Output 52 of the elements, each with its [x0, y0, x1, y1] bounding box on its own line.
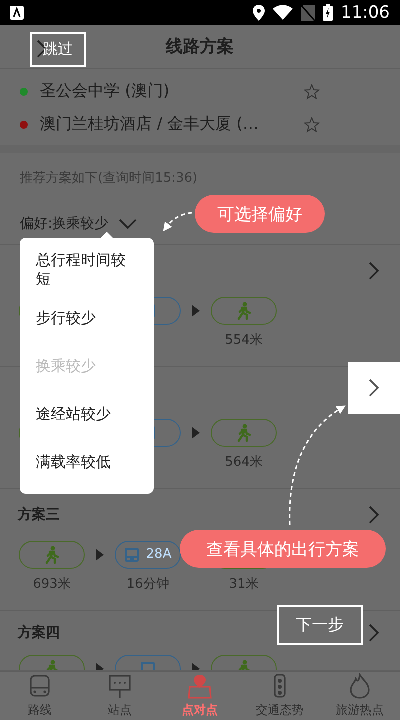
segment-caption: 31米: [229, 576, 259, 593]
triangle-icon: [192, 426, 200, 439]
tip-bubble: 可选择偏好: [195, 195, 325, 233]
map-pin-icon: [188, 674, 212, 699]
chevron-right-icon: [368, 378, 380, 398]
dashed-arrow: [163, 212, 192, 232]
menu-item[interactable]: 满载率较低: [20, 438, 154, 486]
preference-label[interactable]: 偏好:换乘较少: [20, 214, 109, 233]
menu-item[interactable]: 步行较少: [20, 294, 154, 342]
dropdown-caret-icon[interactable]: [118, 218, 137, 229]
route-number: 28A: [146, 547, 172, 562]
triangle-icon: [96, 548, 104, 561]
star-icon[interactable]: [304, 84, 320, 100]
no-sim-icon: [301, 4, 315, 21]
nav-tab[interactable]: 交通态势: [240, 672, 320, 720]
wifi-icon: [273, 5, 293, 20]
star-icon[interactable]: [304, 116, 320, 133]
tip-bubble: 查看具体的出行方案: [180, 530, 386, 568]
location-icon: [253, 4, 265, 21]
battery-charging-icon: [323, 4, 333, 22]
menu-item[interactable]: 换乘较少: [20, 342, 154, 390]
segment-caption: 564米: [225, 454, 263, 471]
triangle-icon: [192, 304, 200, 317]
stop-name[interactable]: 圣公会中学 (澳门): [40, 81, 292, 102]
nav-tab[interactable]: 路线: [0, 672, 80, 720]
bus-icon: [30, 674, 50, 697]
walking-person-icon: [236, 424, 252, 442]
clock-time: 11:06: [341, 2, 390, 23]
nav-tab[interactable]: 站点: [80, 672, 160, 720]
chevron-right-icon: [368, 622, 380, 643]
stop-name[interactable]: 澳门兰桂坊酒店 / 金丰大厦 (…: [40, 114, 292, 136]
walking-person-icon: [236, 302, 252, 320]
sign-board-icon: [109, 674, 131, 698]
segment-caption: 554米: [225, 332, 263, 349]
flame-icon: [350, 674, 370, 699]
segment-caption: 693米: [33, 576, 71, 593]
chevron-right-icon: [368, 504, 380, 525]
nav-tab[interactable]: 点对点: [160, 672, 240, 720]
app-notification-icon: [10, 6, 24, 20]
skip-button[interactable]: 跳过: [30, 32, 86, 67]
menu-item[interactable]: 途经站较少: [20, 390, 154, 438]
menu-item[interactable]: 总行程时间较短: [20, 246, 154, 294]
plan-title: 方案四: [18, 624, 60, 642]
chevron-right-icon: [368, 260, 380, 281]
bus-icon: [124, 546, 140, 563]
page-title: 线路方案: [166, 36, 234, 58]
nav-tab[interactable]: 旅游热点: [320, 672, 400, 720]
plan-title: 方案三: [18, 506, 60, 524]
walking-person-icon: [44, 546, 60, 564]
segment-caption: 16分钟: [126, 576, 170, 593]
next-step-button[interactable]: 下一步: [277, 605, 363, 645]
traffic-light-icon: [274, 674, 286, 698]
